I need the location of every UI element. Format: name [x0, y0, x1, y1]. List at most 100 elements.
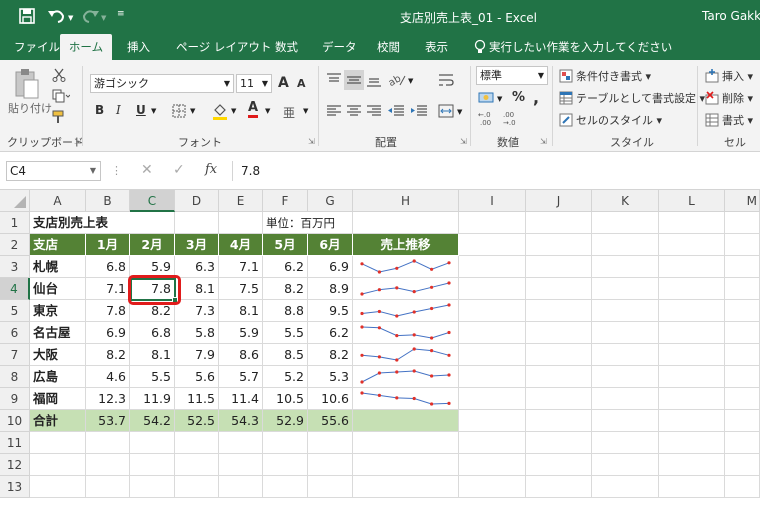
empty-cell[interactable] — [459, 454, 526, 476]
empty-cell[interactable] — [725, 234, 760, 256]
row-header-13[interactable]: 13 — [0, 476, 30, 498]
tab-insert[interactable]: 挿入 — [127, 34, 150, 60]
font-color-button[interactable]: A — [248, 101, 259, 118]
decrease-indent-icon[interactable] — [387, 104, 405, 118]
row-header-8[interactable]: 8 — [0, 366, 30, 388]
row-header-9[interactable]: 9 — [0, 388, 30, 410]
format-as-table-button[interactable]: テーブルとして書式設定 ▾ — [576, 90, 705, 106]
empty-cell[interactable] — [30, 432, 86, 454]
branch-cell[interactable]: 札幌 — [30, 256, 86, 278]
empty-cell[interactable] — [725, 278, 760, 300]
value-cell[interactable]: 8.2 — [86, 344, 130, 366]
row-header-6[interactable]: 6 — [0, 322, 30, 344]
empty-cell[interactable] — [130, 432, 175, 454]
total-value-cell[interactable]: 52.5 — [175, 410, 219, 432]
empty-cell[interactable] — [459, 432, 526, 454]
row-header-4[interactable]: 4 — [0, 278, 30, 300]
empty-cell[interactable] — [592, 366, 659, 388]
empty-cell[interactable] — [130, 476, 175, 498]
value-cell[interactable]: 5.7 — [219, 366, 263, 388]
value-cell[interactable]: 6.2 — [308, 322, 353, 344]
empty-cell[interactable] — [459, 476, 526, 498]
orientation-icon[interactable]: ab — [388, 72, 406, 88]
value-cell[interactable]: 5.8 — [175, 322, 219, 344]
tab-page-layout[interactable]: ページ レイアウト — [176, 34, 271, 60]
phonetic-dropdown-icon[interactable]: ▼ — [303, 107, 308, 115]
fill-color-icon[interactable] — [212, 102, 228, 120]
paste-button[interactable]: 貼り付け — [8, 100, 52, 116]
worksheet-grid[interactable]: A B C D E F G H I J K L M 1 2 3 4 5 6 7 … — [0, 190, 760, 507]
empty-cell[interactable] — [659, 388, 725, 410]
redo-dropdown-icon[interactable]: ▼ — [101, 14, 106, 22]
branch-cell[interactable]: 大阪 — [30, 344, 86, 366]
value-cell[interactable]: 8.1 — [219, 300, 263, 322]
undo-icon[interactable] — [47, 8, 67, 24]
empty-cell[interactable] — [526, 300, 592, 322]
empty-cell[interactable] — [526, 410, 592, 432]
branch-cell[interactable]: 福岡 — [30, 388, 86, 410]
insert-function-button[interactable]: fx — [205, 162, 217, 177]
column-header-d[interactable]: D — [175, 190, 219, 212]
empty-cell[interactable] — [526, 344, 592, 366]
font-name-select[interactable]: 游ゴシック ▼ — [90, 74, 234, 93]
value-cell[interactable]: 8.2 — [308, 344, 353, 366]
branch-cell[interactable]: 東京 — [30, 300, 86, 322]
fill-color-dropdown-icon[interactable]: ▼ — [231, 107, 236, 115]
phonetic-icon[interactable]: 亜 — [283, 103, 297, 119]
empty-cell[interactable] — [263, 432, 308, 454]
font-size-select[interactable]: 11 ▼ — [236, 74, 272, 93]
name-box[interactable]: C4 ▼ — [6, 161, 101, 181]
row-header-1[interactable]: 1 — [0, 212, 30, 234]
empty-cell[interactable] — [459, 322, 526, 344]
empty-cell[interactable] — [526, 454, 592, 476]
empty-cell[interactable] — [659, 432, 725, 454]
empty-cell[interactable] — [219, 212, 263, 234]
column-header-e[interactable]: E — [219, 190, 263, 212]
total-value-cell[interactable]: 53.7 — [86, 410, 130, 432]
value-cell[interactable]: 8.1 — [175, 278, 219, 300]
empty-cell[interactable] — [659, 256, 725, 278]
value-cell[interactable]: 6.9 — [308, 256, 353, 278]
total-value-cell[interactable]: 54.3 — [219, 410, 263, 432]
borders-dropdown-icon[interactable]: ▼ — [190, 107, 195, 115]
value-cell[interactable]: 8.9 — [308, 278, 353, 300]
customize-qat-icon[interactable]: ≡ — [117, 9, 125, 19]
value-cell[interactable]: 10.5 — [263, 388, 308, 410]
value-cell[interactable]: 4.6 — [86, 366, 130, 388]
font-color-dropdown-icon[interactable]: ▼ — [265, 107, 270, 115]
paste-icon[interactable] — [13, 68, 41, 100]
value-cell[interactable]: 5.9 — [219, 322, 263, 344]
sparkline-cell[interactable] — [353, 388, 459, 410]
empty-cell[interactable] — [725, 300, 760, 322]
empty-cell[interactable] — [459, 212, 526, 234]
empty-cell[interactable] — [526, 476, 592, 498]
copy-icon[interactable] — [52, 89, 70, 103]
empty-cell[interactable] — [175, 454, 219, 476]
total-value-cell[interactable]: 52.9 — [263, 410, 308, 432]
empty-cell[interactable] — [459, 278, 526, 300]
row-header-11[interactable]: 11 — [0, 432, 30, 454]
empty-cell[interactable] — [130, 454, 175, 476]
tab-formulas[interactable]: 数式 — [275, 34, 298, 60]
empty-cell[interactable] — [659, 234, 725, 256]
empty-cell[interactable] — [219, 432, 263, 454]
row-header-5[interactable]: 5 — [0, 300, 30, 322]
branch-cell[interactable]: 仙台 — [30, 278, 86, 300]
empty-cell[interactable] — [592, 410, 659, 432]
value-cell[interactable]: 7.8 — [130, 278, 175, 300]
percent-style-button[interactable]: % — [512, 90, 525, 105]
empty-cell[interactable] — [459, 256, 526, 278]
user-name[interactable]: Taro Gakk — [702, 9, 760, 23]
column-header-m[interactable]: M — [725, 190, 760, 212]
decrease-decimal-icon[interactable]: .00 →.0 — [503, 110, 525, 126]
value-cell[interactable]: 11.4 — [219, 388, 263, 410]
empty-cell[interactable] — [459, 300, 526, 322]
header-cell-trend[interactable]: 売上推移 — [353, 234, 459, 256]
total-value-cell[interactable]: 54.2 — [130, 410, 175, 432]
branch-cell[interactable]: 名古屋 — [30, 322, 86, 344]
empty-cell[interactable] — [526, 366, 592, 388]
empty-cell[interactable] — [659, 454, 725, 476]
empty-cell[interactable] — [459, 410, 526, 432]
grow-font-button[interactable]: A — [278, 75, 289, 91]
value-cell[interactable]: 8.5 — [263, 344, 308, 366]
